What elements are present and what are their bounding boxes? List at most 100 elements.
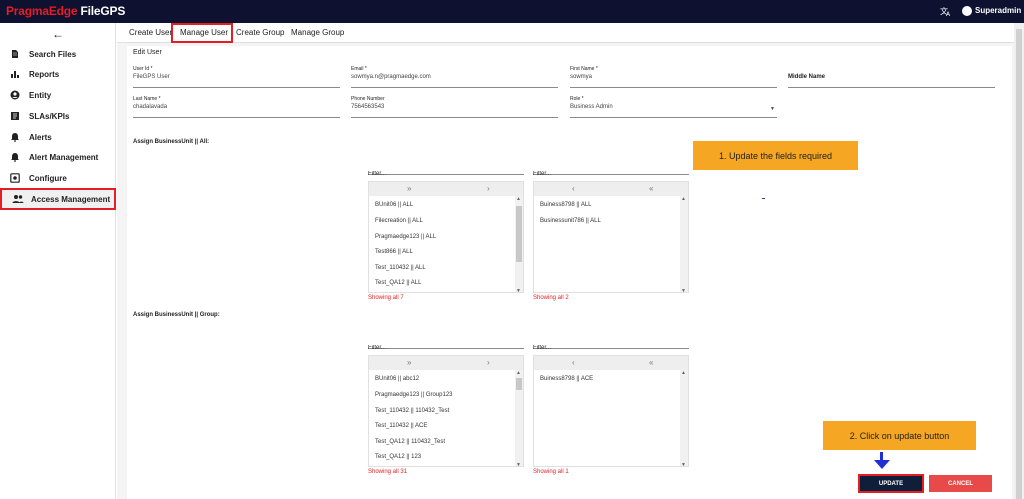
phone-field[interactable]: Phone Number 7564563543 (351, 96, 558, 118)
list-item[interactable]: Test_QA12 || 110432_Test (375, 439, 445, 445)
app-logo[interactable]: PragmaEdge FileGPS (6, 4, 125, 18)
scrollbar[interactable]: ▲ ▼ (515, 370, 523, 466)
sidebar-item-label: Access Management (31, 194, 111, 204)
tab-manage-group[interactable]: Manage Group (291, 28, 344, 37)
list-item[interactable]: Buiness8798 || ACE (540, 376, 593, 382)
dropdown-caret-icon: ▼ (770, 106, 775, 112)
user-name[interactable]: Superadmin (975, 6, 1021, 15)
sidebar-item-label: Reports (29, 69, 60, 79)
list-item[interactable]: Test_QA12 || ALL (375, 280, 421, 286)
list-item[interactable]: BUnit06 || abc12 (375, 376, 419, 382)
assign-group-right-filter-input[interactable] (533, 345, 683, 351)
list-item[interactable]: Test_110432 || ACE (375, 423, 427, 429)
bell-settings-icon (10, 152, 20, 162)
first-name-value: sowmya (570, 74, 593, 80)
sidebar-item-label: Alert Management (29, 152, 99, 162)
page-scroll-thumb[interactable] (1016, 29, 1022, 499)
sidebar-item-label: SLAs/KPIs (29, 111, 70, 121)
back-arrow-icon[interactable]: ← (52, 27, 64, 41)
assign-all-left-count: Showing all 7 (368, 295, 404, 301)
sidebar-item-label: Search Files (29, 49, 77, 59)
first-name-field[interactable]: First Name * sowmya (570, 66, 777, 88)
update-button[interactable]: UPDATE (858, 474, 924, 493)
page-scrollbar[interactable] (1014, 23, 1024, 499)
user-id-label: User Id * (133, 66, 153, 72)
scroll-thumb[interactable] (516, 206, 522, 262)
bar-chart-icon (10, 69, 20, 79)
sidebar-item-reports[interactable]: Reports (0, 64, 116, 84)
assign-all-available-list[interactable]: » › BUnit06 || ALL Filecreation || ALL P… (368, 181, 524, 293)
scroll-thumb[interactable] (516, 378, 522, 390)
sidebar-item-search-files[interactable]: Search Files (0, 44, 116, 64)
arrow-head-icon (874, 460, 890, 469)
user-id-value: FileGPS User (133, 74, 170, 80)
scroll-up-icon[interactable]: ▲ (516, 196, 521, 202)
scrollbar[interactable]: ▲ ▼ (680, 196, 688, 292)
assign-all-right-count: Showing all 2 (533, 295, 569, 301)
list-item[interactable]: Test866 || ALL (375, 249, 413, 255)
top-bar: PragmaEdge FileGPS 文A Superadmin (0, 0, 1024, 23)
list-item[interactable]: Test_QA12 || 123 (375, 454, 421, 460)
sidebar-item-alert-management[interactable]: Alert Management (0, 147, 116, 167)
move-left-button[interactable]: ‹ (572, 358, 575, 367)
role-select[interactable]: Role * Business Admin ▼ (570, 96, 777, 118)
list-item[interactable]: Pragmaedge123 || ALL (375, 234, 436, 240)
scroll-down-icon[interactable]: ▼ (516, 288, 521, 292)
list-item[interactable]: Test_110432 || 110432_Test (375, 408, 449, 414)
list-item[interactable]: Filecreation || ALL (375, 218, 423, 224)
move-left-button[interactable]: ‹ (572, 184, 575, 193)
people-icon (12, 194, 24, 204)
move-right-button[interactable]: › (487, 358, 490, 367)
scrollbar[interactable]: ▲ ▼ (680, 370, 688, 466)
sidebar-item-entity[interactable]: Entity (0, 85, 116, 105)
phone-label: Phone Number (351, 96, 385, 102)
scroll-up-icon[interactable]: ▲ (516, 370, 521, 376)
scroll-down-icon[interactable]: ▼ (516, 462, 521, 466)
sidebar-item-access-management[interactable]: Access Management (0, 188, 116, 210)
sidebar-item-label: Configure (29, 173, 67, 183)
scroll-up-icon[interactable]: ▲ (681, 370, 686, 376)
list-item[interactable]: Businessunit786 || ALL (540, 218, 601, 224)
move-right-button[interactable]: › (487, 184, 490, 193)
sidebar-item-alerts[interactable]: Alerts (0, 127, 116, 147)
sidebar-item-label: Alerts (29, 132, 52, 142)
list-item[interactable]: Buiness8798 || ALL (540, 202, 592, 208)
assign-all-left-filter[interactable] (368, 162, 524, 177)
translate-icon[interactable]: 文A (940, 5, 952, 18)
sidebar-item-configure[interactable]: Configure (0, 168, 116, 188)
sidebar-item-slas-kpis[interactable]: SLAs/KPIs (0, 106, 116, 126)
user-id-field[interactable]: User Id * FileGPS User (133, 66, 340, 88)
assign-group-right-filter[interactable] (533, 336, 689, 351)
tab-manage-user[interactable]: Manage User (180, 28, 228, 37)
assign-group-left-filter-input[interactable] (368, 345, 518, 351)
email-field[interactable]: Email * sowmya.n@pragmaedge.com (351, 66, 558, 88)
middle-name-field[interactable]: Middle Name (788, 66, 995, 88)
scroll-down-icon[interactable]: ▼ (681, 288, 686, 292)
assign-all-right-filter-input[interactable] (533, 171, 683, 177)
role-value: Business Admin (570, 104, 613, 110)
assign-all-right-filter[interactable] (533, 162, 689, 177)
assign-group-selected-list[interactable]: ‹ « Buiness8798 || ACE ▲ ▼ (533, 355, 689, 467)
list-item[interactable]: Test_110432 || ALL (375, 265, 426, 271)
assign-group-available-list[interactable]: » › BUnit06 || abc12 Pragmaedge123 || Gr… (368, 355, 524, 467)
account-icon[interactable] (962, 6, 972, 16)
list-item[interactable]: BUnit06 || ALL (375, 202, 413, 208)
scroll-up-icon[interactable]: ▲ (681, 196, 686, 202)
move-all-right-button[interactable]: » (407, 184, 411, 193)
first-name-label: First Name * (570, 66, 598, 72)
scroll-down-icon[interactable]: ▼ (681, 462, 686, 466)
assign-group-left-filter[interactable] (368, 336, 524, 351)
last-name-field[interactable]: Last Name * chadalavada (133, 96, 340, 118)
tab-create-group[interactable]: Create Group (236, 28, 284, 37)
cancel-button[interactable]: CANCEL (929, 475, 992, 492)
move-all-left-button[interactable]: « (649, 358, 653, 367)
assign-all-left-filter-input[interactable] (368, 171, 518, 177)
assign-all-selected-list[interactable]: ‹ « Buiness8798 || ALL Businessunit786 |… (533, 181, 689, 293)
scrollbar[interactable]: ▲ ▼ (515, 196, 523, 292)
tab-create-user[interactable]: Create User (129, 28, 172, 37)
list-item[interactable]: Pragmaedge123 || Group123 (375, 392, 453, 398)
move-all-right-button[interactable]: » (407, 358, 411, 367)
list-header: » › (369, 356, 523, 370)
move-all-left-button[interactable]: « (649, 184, 653, 193)
cursor-mark (762, 198, 765, 199)
